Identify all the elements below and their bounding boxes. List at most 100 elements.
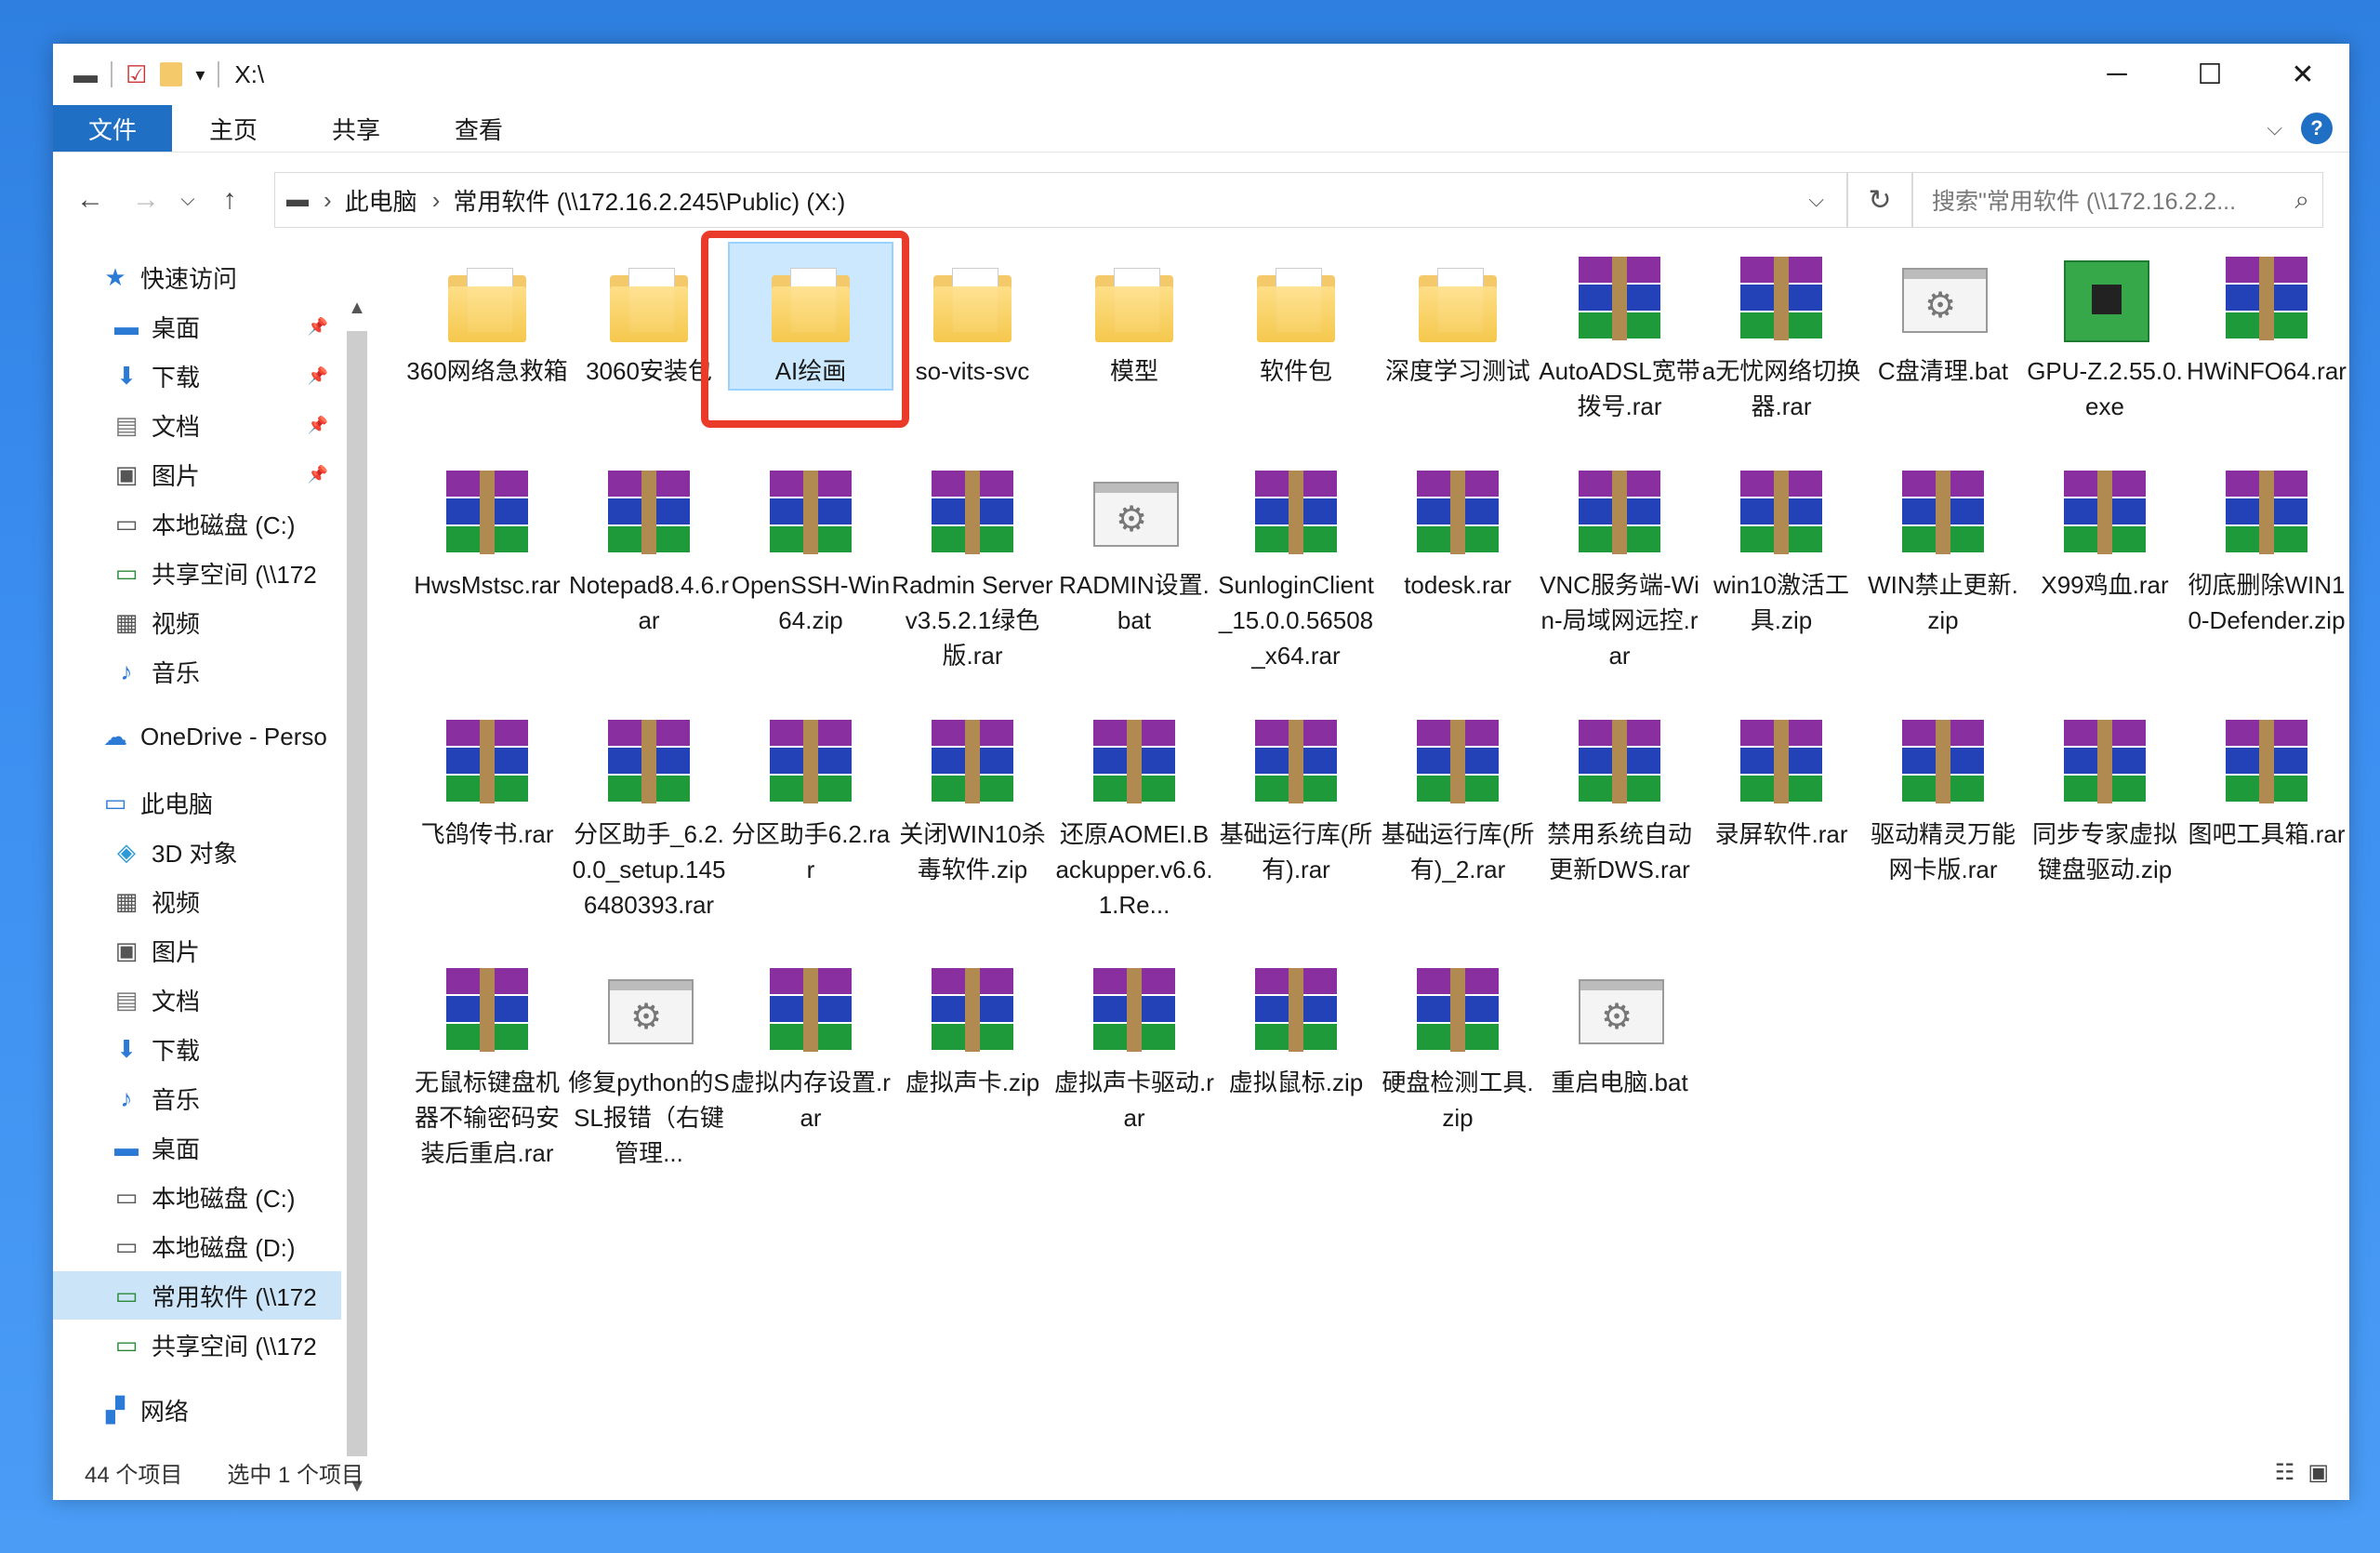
file-item[interactable]: 基础运行库(所有)_2.rar — [1377, 707, 1539, 887]
maximize-button[interactable]: ☐ — [2163, 44, 2256, 105]
breadcrumb-this-pc[interactable]: 此电脑 — [345, 183, 417, 218]
nav-item[interactable]: ▭ 常用软件 (\\172 — [53, 1271, 341, 1320]
file-item[interactable]: 图吧工具箱.rar — [2186, 707, 2347, 852]
navigation-scrollbar[interactable]: ▲ ▼ — [343, 298, 371, 1497]
nav-item[interactable]: ▬ 桌面 📌 — [53, 302, 341, 351]
large-icons-view-icon[interactable]: ▣ — [2307, 1459, 2329, 1486]
file-item[interactable]: SunloginClient_15.0.0.56508_x64.rar — [1215, 458, 1377, 673]
file-item[interactable]: AutoADSL宽带拨号.rar — [1539, 244, 1700, 424]
close-button[interactable]: ✕ — [2256, 44, 2349, 105]
breadcrumb-current-drive[interactable]: 常用软件 (\\172.16.2.245\Public) (X:) — [453, 183, 845, 218]
file-item[interactable]: 禁用系统自动更新DWS.rar — [1539, 707, 1700, 887]
file-item[interactable]: X99鸡血.rar — [2024, 458, 2186, 603]
pin-icon[interactable]: 📌 — [308, 317, 328, 337]
nav-item[interactable]: ▦ 视频 — [53, 598, 341, 646]
file-item[interactable]: 关闭WIN10杀毒软件.zip — [892, 707, 1053, 887]
file-item[interactable]: 基础运行库(所有).rar — [1215, 707, 1377, 887]
folder-item[interactable]: 深度学习测试 — [1377, 244, 1539, 389]
customize-toolbar-icon[interactable]: ▾ — [195, 63, 205, 86]
nav-item[interactable]: ☁ OneDrive - Perso — [53, 712, 341, 761]
minimize-button[interactable]: ─ — [2070, 44, 2163, 105]
nav-item[interactable]: ⬇ 下载 — [53, 1025, 341, 1073]
file-item[interactable]: Radmin Server v3.5.2.1绿色版.rar — [892, 458, 1053, 673]
nav-item[interactable]: ▭ 此电脑 — [53, 778, 341, 827]
file-item[interactable]: 无鼠标键盘机器不输密码安装后重启.rar — [406, 955, 568, 1171]
expand-ribbon-icon[interactable]: ⌵ — [2267, 116, 2282, 140]
nav-item[interactable]: ▣ 图片 — [53, 926, 341, 975]
back-button[interactable]: ← — [62, 184, 118, 216]
archive-icon — [1575, 253, 1664, 346]
recent-locations-button[interactable]: ⌵ — [174, 190, 202, 211]
folder-item[interactable]: 软件包 — [1215, 244, 1377, 389]
nav-item[interactable]: ▭ 共享空间 (\\172 — [53, 549, 341, 597]
file-item[interactable]: ⚙ 修复python的SSL报错（右键管理... — [568, 955, 730, 1171]
nav-item[interactable]: ♪ 音乐 — [53, 647, 341, 696]
tab-view[interactable]: 查看 — [417, 105, 540, 152]
file-item[interactable]: 还原AOMEI.Backupper.v6.6.1.Re... — [1053, 707, 1215, 923]
nav-item[interactable]: ▬ 桌面 — [53, 1123, 341, 1172]
file-item[interactable]: 虚拟声卡.zip — [892, 955, 1053, 1100]
folder-item[interactable]: 模型 — [1053, 244, 1215, 389]
file-item[interactable]: ⚙ 重启电脑.bat — [1539, 955, 1700, 1100]
nav-item[interactable]: ▭ 共享空间 (\\172 — [53, 1321, 341, 1369]
nav-item[interactable]: ▭ 本地磁盘 (C:) — [53, 499, 341, 548]
folder-item[interactable]: so-vits-svc — [892, 244, 1053, 389]
nav-item[interactable]: ▤ 文档 — [53, 976, 341, 1024]
file-item[interactable]: VNC服务端-Win-局域网远控.rar — [1539, 458, 1700, 673]
new-folder-icon[interactable] — [160, 62, 183, 86]
chevron-right-icon[interactable]: › — [324, 186, 332, 215]
help-icon[interactable]: ? — [2301, 113, 2333, 144]
scroll-up-icon[interactable]: ▲ — [343, 298, 371, 319]
folder-item[interactable]: 360网络急救箱 — [406, 244, 568, 389]
nav-item[interactable]: ▤ 文档 📌 — [53, 401, 341, 449]
nav-item[interactable]: ▣ 图片 📌 — [53, 450, 341, 498]
drive-icon[interactable]: ▬ — [73, 60, 98, 89]
file-item[interactable]: a无忧网络切换器.rar — [1700, 244, 1862, 424]
nav-item[interactable]: ▞ 网络 — [53, 1386, 341, 1434]
nav-item[interactable]: ▦ 视频 — [53, 877, 341, 925]
file-item[interactable]: 硬盘检测工具.zip — [1377, 955, 1539, 1135]
file-item[interactable]: GPU-Z.2.55.0.exe — [2024, 244, 2186, 424]
nav-item[interactable]: ◈ 3D 对象 — [53, 828, 341, 876]
file-item[interactable]: 飞鸽传书.rar — [406, 707, 568, 852]
tab-home[interactable]: 主页 — [172, 105, 295, 152]
file-item[interactable]: 分区助手_6.2.0.0_setup.1456480393.rar — [568, 707, 730, 923]
pin-icon[interactable]: 📌 — [308, 465, 328, 484]
file-item[interactable]: HwsMstsc.rar — [406, 458, 568, 603]
pin-icon[interactable]: 📌 — [308, 366, 328, 386]
file-item[interactable]: Notepad8.4.6.rar — [568, 458, 730, 638]
file-item[interactable]: 录屏软件.rar — [1700, 707, 1862, 852]
nav-item[interactable]: ⬇ 下载 📌 — [53, 352, 341, 400]
file-item[interactable]: 虚拟鼠标.zip — [1215, 955, 1377, 1100]
nav-item[interactable]: ▭ 本地磁盘 (D:) — [53, 1222, 341, 1270]
file-item[interactable]: ⚙ RADMIN设置.bat — [1053, 458, 1215, 638]
file-item[interactable]: todesk.rar — [1377, 458, 1539, 603]
file-item[interactable]: 分区助手6.2.rar — [730, 707, 892, 887]
up-button[interactable]: ↑ — [202, 184, 258, 216]
file-item[interactable]: WIN禁止更新.zip — [1862, 458, 2024, 638]
file-item[interactable]: HWiNFO64.rar — [2186, 244, 2347, 389]
chevron-right-icon[interactable]: › — [432, 186, 441, 215]
nav-item[interactable]: ▭ 本地磁盘 (C:) — [53, 1173, 341, 1221]
file-item[interactable]: ⚙ C盘清理.bat — [1862, 244, 2024, 389]
file-item[interactable]: 虚拟声卡驱动.rar — [1053, 955, 1215, 1135]
search-input[interactable]: 搜索"常用软件 (\\172.16.2.2... ⌕ — [1912, 172, 2323, 228]
file-item[interactable]: 虚拟内存设置.rar — [730, 955, 892, 1135]
file-item[interactable]: 驱动精灵万能网卡版.rar — [1862, 707, 2024, 887]
address-bar[interactable]: ▬ › 此电脑 › 常用软件 (\\172.16.2.245\Public) (… — [274, 172, 1847, 228]
chevron-down-icon[interactable]: ⌵ — [1808, 188, 1824, 212]
nav-item[interactable]: ♪ 音乐 — [53, 1074, 341, 1122]
properties-icon[interactable]: ☑ — [126, 60, 147, 89]
file-item[interactable]: OpenSSH-Win64.zip — [730, 458, 892, 638]
nav-item[interactable]: ★ 快速访问 — [53, 253, 341, 301]
file-item[interactable]: 彻底删除WIN10-Defender.zip — [2186, 458, 2347, 638]
tab-share[interactable]: 共享 — [295, 105, 417, 152]
scrollbar-thumb[interactable] — [347, 331, 367, 1456]
file-item[interactable]: 同步专家虚拟键盘驱动.zip — [2024, 707, 2186, 887]
file-item[interactable]: win10激活工具.zip — [1700, 458, 1862, 638]
pin-icon[interactable]: 📌 — [308, 416, 328, 435]
refresh-button[interactable]: ↻ — [1847, 172, 1912, 228]
forward-button[interactable]: → — [118, 184, 174, 216]
tab-file[interactable]: 文件 — [53, 105, 173, 152]
details-view-icon[interactable]: ☷ — [2275, 1459, 2295, 1486]
